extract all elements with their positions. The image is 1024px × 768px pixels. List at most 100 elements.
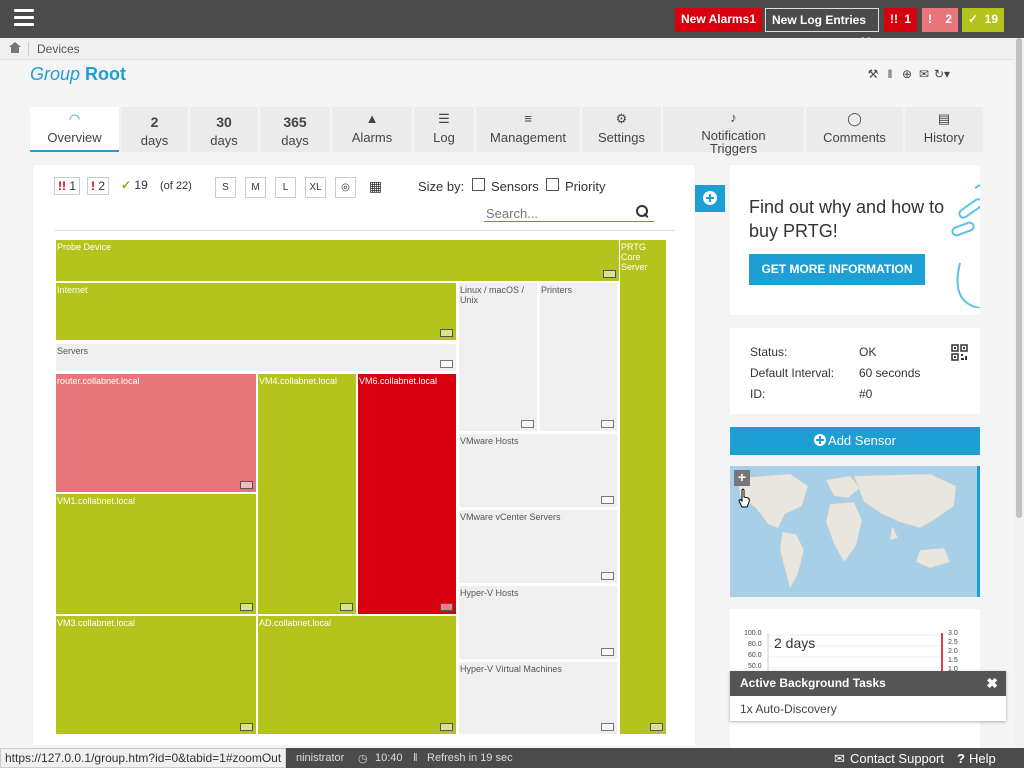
warning-sensors-button[interactable]: ! 2	[922, 8, 958, 32]
tab-alarms[interactable]: ▲ Alarms	[332, 107, 412, 152]
warning-icon: !	[91, 179, 95, 193]
promo-card: Find out why and how to buy PRTG! GET MO…	[730, 165, 980, 315]
object-type-label: Group	[30, 64, 81, 84]
search-icon[interactable]	[636, 205, 648, 217]
close-icon[interactable]: ✖	[986, 675, 998, 692]
tile-prtg-core-server[interactable]: PRTG Core Server	[620, 240, 666, 734]
tile-vmware-hosts[interactable]: VMware Hosts	[459, 434, 617, 507]
hamburger-icon[interactable]	[14, 9, 34, 29]
tile-vm1[interactable]: VM1.collabnet.local	[56, 494, 256, 614]
pause-icon[interactable]: ‖	[413, 752, 418, 764]
pause-icon[interactable]: ‖	[883, 67, 897, 81]
map-zoom-in-button[interactable]: +	[734, 470, 750, 486]
new-alarms-button[interactable]: New Alarms 1	[675, 8, 762, 32]
sensors-label: Sensors	[491, 179, 539, 194]
page-scrollbar[interactable]	[1014, 38, 1024, 748]
down-sensors-button[interactable]: !! 1	[884, 8, 917, 32]
contact-support-link[interactable]: Contact Support	[850, 751, 944, 766]
geo-map[interactable]: +	[730, 466, 980, 597]
list-icon: ☰	[438, 111, 450, 126]
bell-icon: ♪	[730, 110, 737, 125]
tab-label: days	[281, 133, 309, 148]
add-sensor-button[interactable]: Add Sensor	[730, 427, 980, 455]
filter-ok[interactable]: ✓ 19	[118, 177, 151, 195]
priority-checkbox[interactable]	[546, 178, 559, 191]
new-log-entries-button[interactable]: New Log Entries11	[765, 8, 879, 49]
background-task-item: 1x Auto-Discovery	[740, 702, 837, 716]
tile-router[interactable]: router.collabnet.local	[56, 374, 256, 492]
gauge-icon: ◠	[68, 111, 81, 126]
tab-label: Alarms	[351, 130, 393, 145]
clock-icon: ◷	[358, 753, 368, 765]
check-icon: ✓	[121, 178, 132, 192]
tab-2-days[interactable]: 2 days	[121, 107, 188, 152]
tile-label: VMware vCenter Servers	[460, 512, 561, 522]
size-m-button[interactable]: M	[245, 177, 266, 198]
size-s-button[interactable]: S	[215, 177, 236, 198]
tile-printers[interactable]: Printers	[540, 283, 617, 431]
page-title: Group Root	[30, 64, 126, 85]
footer-user[interactable]: ninistrator	[296, 752, 344, 764]
tile-label: Printers	[541, 285, 573, 295]
tab-log[interactable]: ☰ Log	[414, 107, 474, 152]
add-panel-button[interactable]	[695, 185, 725, 212]
help-link[interactable]: Help	[969, 751, 996, 766]
tab-30-days[interactable]: 30 days	[190, 107, 258, 152]
ok-count: 19	[984, 12, 998, 26]
tab-settings[interactable]: ⚙ Settings	[582, 107, 661, 152]
tile-ad[interactable]: AD.collabnet.local	[258, 616, 456, 734]
file-icon: ▤	[937, 111, 951, 126]
zoom-out-icon[interactable]: ◎	[335, 177, 356, 198]
tab-notification-triggers[interactable]: ♪ Notification Triggers	[663, 107, 804, 155]
tile-label: AD.collabnet.local	[259, 618, 332, 628]
tile-probe-device[interactable]: Probe Device	[56, 240, 619, 281]
ok-sensors-button[interactable]: ✓ 19	[962, 8, 1004, 32]
tile-label: Linux / macOS / Unix	[460, 285, 525, 305]
qr-code-icon[interactable]	[951, 344, 968, 361]
size-l-button[interactable]: L	[275, 177, 296, 198]
warning-icon: ▲	[365, 111, 379, 126]
get-more-info-button[interactable]: GET MORE INFORMATION	[749, 254, 925, 285]
tile-label: Internet	[57, 285, 88, 295]
tab-overview[interactable]: ◠ Overview	[30, 107, 119, 152]
refresh-icon[interactable]: ↻▾	[934, 67, 950, 81]
add-icon[interactable]: ⊕	[900, 67, 914, 81]
search-input[interactable]	[484, 205, 654, 222]
tile-label: Probe Device	[57, 242, 112, 252]
status-value: OK	[859, 345, 877, 359]
id-value: #0	[859, 387, 873, 401]
plus-icon	[814, 434, 827, 446]
tile-linux[interactable]: Linux / macOS / Unix	[459, 283, 537, 431]
tile-servers[interactable]: Servers	[56, 344, 456, 371]
tile-hyperv-vms[interactable]: Hyper-V Virtual Machines	[459, 662, 617, 734]
tile-vm3[interactable]: VM3.collabnet.local	[56, 616, 256, 734]
tab-number: 365	[283, 114, 307, 130]
tile-vm6[interactable]: VM6.collabnet.local	[358, 374, 456, 614]
mail-icon[interactable]: ✉	[917, 67, 931, 81]
home-icon[interactable]	[9, 42, 21, 53]
sensors-checkbox[interactable]	[472, 178, 485, 191]
mini-chart-title: 2 days	[774, 635, 816, 651]
tab-number: 2	[150, 114, 159, 130]
wrench-icon[interactable]: ⚒	[866, 67, 880, 81]
check-icon: ✓	[968, 12, 979, 26]
down-icon: !!	[58, 179, 66, 193]
tab-management[interactable]: ≡ Management	[476, 107, 580, 152]
tab-history[interactable]: ▤ History	[905, 107, 983, 152]
breadcrumb-devices[interactable]: Devices	[28, 42, 80, 56]
filter-warning[interactable]: ! 2	[87, 177, 110, 195]
tab-label: Comments	[823, 130, 886, 145]
tile-vm4[interactable]: VM4.collabnet.local	[258, 374, 356, 614]
tab-label: days	[210, 133, 238, 148]
grid-view-icon[interactable]: ▦	[365, 177, 386, 198]
tab-365-days[interactable]: 365 days	[260, 107, 330, 152]
tab-comments[interactable]: ◯ Comments	[806, 107, 903, 152]
tile-internet[interactable]: Internet	[56, 283, 456, 340]
filter-down[interactable]: !! 1	[54, 177, 81, 195]
breadcrumb: Devices	[0, 38, 1014, 60]
sliders-icon: ≡	[524, 111, 532, 126]
tile-hyperv-hosts[interactable]: Hyper-V Hosts	[459, 586, 617, 659]
tile-vmware-vcenter[interactable]: VMware vCenter Servers	[459, 510, 617, 583]
footer-refresh[interactable]: Refresh in 19 sec	[427, 752, 513, 764]
size-xl-button[interactable]: XL	[305, 177, 326, 198]
